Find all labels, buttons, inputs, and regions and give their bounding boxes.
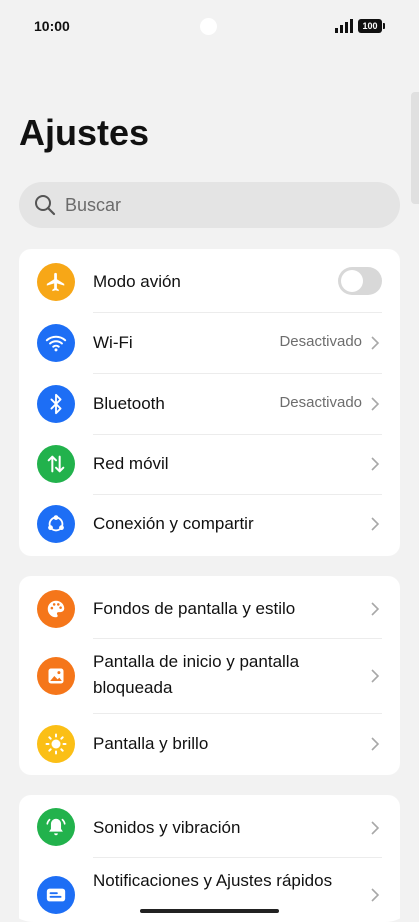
settings-item-label: Pantalla y brillo — [93, 734, 209, 753]
settings-item-wifi[interactable]: Wi-Fi Desactivado — [19, 313, 400, 373]
search-icon — [35, 195, 56, 216]
bluetooth-status: Desactivado — [279, 394, 362, 411]
chevron-right-icon — [371, 457, 380, 471]
settings-item-display-brightness[interactable]: Pantalla y brillo — [19, 713, 400, 775]
home-indicator[interactable] — [140, 909, 279, 913]
settings-group-display: Fondos de pantalla y estilo Pantalla de … — [19, 576, 400, 775]
chevron-right-icon — [371, 888, 380, 902]
search-bar[interactable]: Buscar — [19, 182, 400, 228]
scroll-handle[interactable] — [411, 92, 419, 204]
settings-item-label: Red móvil — [93, 454, 169, 473]
settings-item-sound-vibration[interactable]: Sonidos y vibración — [19, 795, 400, 857]
chevron-right-icon — [371, 821, 380, 835]
status-bar: 10:00 100 — [0, 0, 419, 52]
wifi-icon — [37, 324, 75, 362]
chevron-right-icon — [371, 336, 380, 350]
airplane-mode-toggle[interactable] — [338, 267, 382, 295]
settings-group-sound-notifications: Sonidos y vibración Notificaciones y Aju… — [19, 795, 400, 922]
settings-item-bluetooth[interactable]: Bluetooth Desactivado — [19, 373, 400, 434]
palette-icon — [37, 590, 75, 628]
front-camera — [200, 18, 217, 35]
settings-item-airplane-mode[interactable]: Modo avión — [19, 249, 400, 313]
settings-item-label: Modo avión — [93, 272, 181, 291]
chevron-right-icon — [371, 602, 380, 616]
page-title: Ajustes — [19, 112, 150, 153]
settings-item-label: Fondos de pantalla y estilo — [93, 599, 296, 618]
airplane-icon — [37, 263, 75, 301]
chevron-right-icon — [371, 669, 380, 683]
notifications-icon — [37, 876, 75, 914]
settings-item-label: Conexión y compartir — [93, 514, 254, 533]
bluetooth-icon — [37, 385, 75, 423]
search-placeholder: Buscar — [65, 195, 122, 215]
signal-icon — [335, 19, 353, 33]
battery-icon: 100 — [358, 19, 385, 33]
settings-item-label: Notificaciones y Ajustes rápidos — [93, 871, 333, 890]
chevron-right-icon — [371, 397, 380, 411]
home-lock-screen-icon — [37, 657, 75, 695]
status-time: 10:00 — [34, 18, 70, 34]
mobile-data-icon — [37, 445, 75, 483]
chevron-right-icon — [371, 737, 380, 751]
settings-screen: 10:00 100 Ajustes Buscar Modo avión Wi-F… — [0, 0, 419, 922]
settings-item-label: Wi-Fi — [93, 333, 133, 352]
settings-item-home-lock-screen[interactable]: Pantalla de inicio y pantalla bloqueada — [19, 638, 400, 713]
wifi-status: Desactivado — [279, 333, 362, 350]
toggle-knob — [341, 270, 363, 292]
chevron-right-icon — [371, 517, 380, 531]
settings-item-label: Sonidos y vibración — [93, 818, 241, 837]
settings-item-connection-sharing[interactable]: Conexión y compartir — [19, 494, 400, 556]
brightness-icon — [37, 725, 75, 763]
settings-item-label: Bluetooth — [93, 394, 165, 413]
share-connection-icon — [37, 505, 75, 543]
settings-group-connectivity: Modo avión Wi-Fi Desactivado Bluetooth D… — [19, 249, 400, 556]
settings-item-label: Pantalla de inicio y pantalla bloqueada — [93, 652, 300, 697]
settings-item-wallpaper-style[interactable]: Fondos de pantalla y estilo — [19, 576, 400, 638]
settings-item-mobile-network[interactable]: Red móvil — [19, 434, 400, 494]
bell-icon — [37, 808, 75, 846]
